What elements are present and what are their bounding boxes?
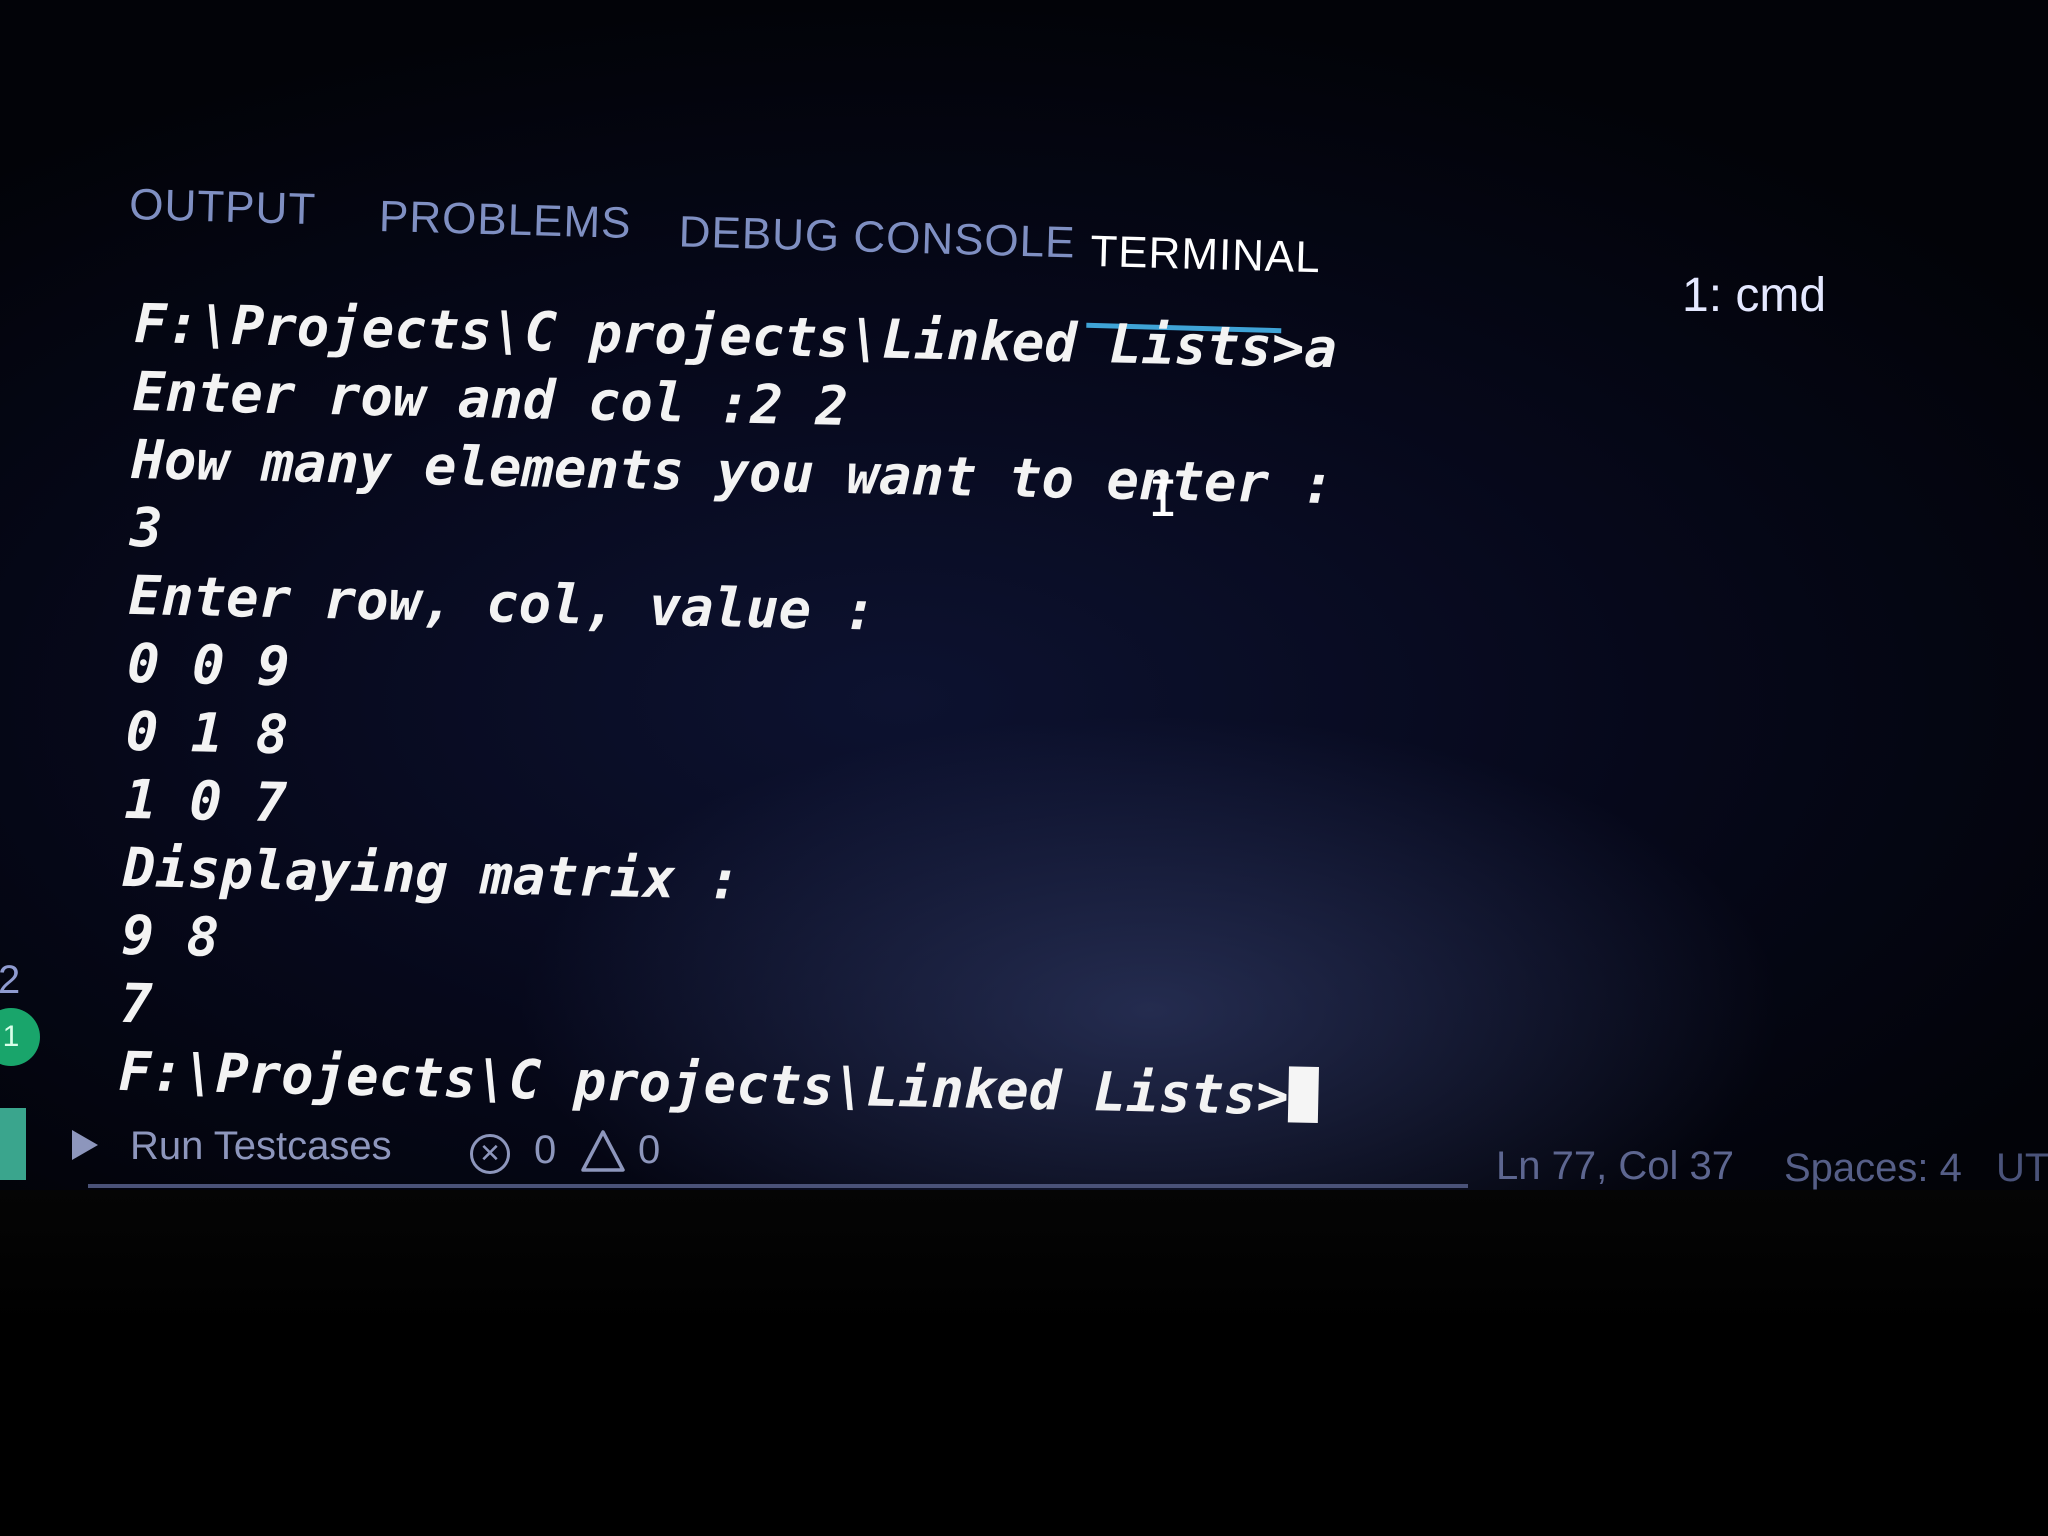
cursor-position[interactable]: Ln 77, Col 37 xyxy=(1496,1144,1734,1189)
activity-bar-indicator xyxy=(0,1108,26,1180)
monitor-bezel xyxy=(0,1190,2048,1536)
status-divider xyxy=(88,1184,1468,1188)
play-icon[interactable] xyxy=(72,1130,98,1160)
tab-output[interactable]: OUTPUT xyxy=(129,180,317,235)
screen: OUTPUT PROBLEMS DEBUG CONSOLE TERMINAL 1… xyxy=(0,0,2048,1536)
activity-count: 2 xyxy=(0,958,21,1002)
status-bar: Run Testcases ✕ 0 0 Ln 77, Col 37 Spaces… xyxy=(60,1118,2048,1194)
indentation-setting[interactable]: Spaces: 4 xyxy=(1784,1146,1962,1191)
bottom-panel: OUTPUT PROBLEMS DEBUG CONSOLE TERMINAL 1… xyxy=(0,0,2048,1190)
terminal-selector[interactable]: 1: cmd xyxy=(1682,268,1826,323)
tab-terminal[interactable]: TERMINAL xyxy=(1090,227,1322,283)
encoding-setting[interactable]: UTF xyxy=(1996,1146,2048,1191)
tab-problems[interactable]: PROBLEMS xyxy=(378,192,632,249)
error-count[interactable]: 0 xyxy=(534,1128,556,1173)
terminal-cursor xyxy=(1288,1066,1320,1123)
warning-count[interactable]: 0 xyxy=(638,1128,660,1173)
error-icon[interactable]: ✕ xyxy=(470,1134,510,1174)
tab-debug-console[interactable]: DEBUG CONSOLE xyxy=(678,207,1076,268)
notification-badge[interactable]: 1 xyxy=(0,1008,40,1066)
warning-icon[interactable] xyxy=(580,1128,626,1174)
terminal-output[interactable]: F:\Projects\C projects\Linked Lists>a En… xyxy=(118,290,1485,1134)
run-testcases-button[interactable]: Run Testcases xyxy=(130,1124,392,1169)
text-cursor-icon: I xyxy=(1148,470,1179,528)
